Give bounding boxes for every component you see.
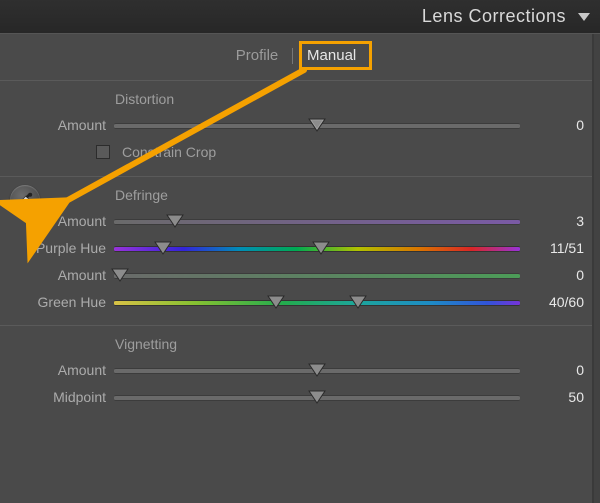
label-vignetting-amount: Amount: [0, 362, 114, 378]
slider-knob[interactable]: [166, 214, 184, 228]
value-purple-hue[interactable]: 11/51: [520, 240, 584, 256]
tab-bar: Profile Manual: [0, 34, 592, 81]
label-distortion-amount: Amount: [0, 117, 114, 133]
value-distortion-amount[interactable]: 0: [520, 117, 584, 133]
slider-knob[interactable]: [308, 118, 326, 132]
heading-distortion: Distortion: [0, 85, 592, 111]
checkbox-constrain-crop[interactable]: [96, 145, 110, 159]
value-defringe-amount1[interactable]: 3: [520, 213, 584, 229]
slider-track: [114, 300, 520, 306]
slider-knob[interactable]: [308, 390, 326, 404]
value-defringe-amount2[interactable]: 0: [520, 267, 584, 283]
tab-separator: [292, 48, 293, 64]
row-vignetting-amount: Amount 0: [0, 356, 592, 383]
label-green-hue: Green Hue: [0, 294, 114, 310]
slider-purple-hue[interactable]: [114, 234, 520, 261]
value-green-hue[interactable]: 40/60: [520, 294, 584, 310]
row-vignetting-midpoint: Midpoint 50: [0, 383, 592, 410]
value-vignetting-amount[interactable]: 0: [520, 362, 584, 378]
label-purple-hue: Purple Hue: [0, 240, 114, 256]
tab-manual[interactable]: Manual: [301, 44, 362, 67]
triangle-down-icon[interactable]: [578, 13, 590, 21]
panel-header: Lens Corrections: [0, 0, 600, 34]
eyedropper-tool[interactable]: [10, 185, 40, 215]
row-green-hue: Green Hue 40/60: [0, 288, 592, 315]
slider-knob-low[interactable]: [267, 295, 285, 309]
label-constrain-crop: Constrain Crop: [122, 144, 216, 160]
slider-distortion-amount[interactable]: [114, 111, 520, 138]
slider-vignetting-midpoint[interactable]: [114, 383, 520, 410]
slider-knob-high[interactable]: [312, 241, 330, 255]
panel-body: Profile Manual Distortion Amount 0 Const…: [0, 34, 594, 503]
tab-profile[interactable]: Profile: [230, 44, 285, 67]
eyedropper-icon: [16, 191, 34, 209]
slider-knob[interactable]: [111, 268, 129, 282]
slider-knob-low[interactable]: [154, 241, 172, 255]
label-defringe-amount1: Amount: [0, 213, 114, 229]
label-vignetting-midpoint: Midpoint: [0, 389, 114, 405]
label-defringe-amount2: Amount: [0, 267, 114, 283]
row-constrain-crop: Constrain Crop: [0, 138, 592, 166]
row-distortion-amount: Amount 0: [0, 111, 592, 138]
section-distortion: Distortion Amount 0 Constrain Crop: [0, 81, 592, 177]
slider-knob-high[interactable]: [349, 295, 367, 309]
value-vignetting-midpoint[interactable]: 50: [520, 389, 584, 405]
slider-knob[interactable]: [308, 363, 326, 377]
row-defringe-amount2: Amount 0: [0, 261, 592, 288]
heading-defringe: Defringe: [0, 181, 592, 207]
slider-defringe-amount2[interactable]: [114, 261, 520, 288]
slider-track: [114, 273, 520, 279]
heading-vignetting: Vignetting: [0, 330, 592, 356]
row-purple-hue: Purple Hue 11/51: [0, 234, 592, 261]
row-defringe-amount1: Amount 3: [0, 207, 592, 234]
section-defringe: Defringe Amount 3 Purple Hue: [0, 177, 592, 326]
slider-defringe-amount1[interactable]: [114, 207, 520, 234]
panel-title: Lens Corrections: [422, 6, 566, 27]
slider-vignetting-amount[interactable]: [114, 356, 520, 383]
section-vignetting: Vignetting Amount 0 Midpoint 50: [0, 326, 592, 420]
slider-green-hue[interactable]: [114, 288, 520, 315]
